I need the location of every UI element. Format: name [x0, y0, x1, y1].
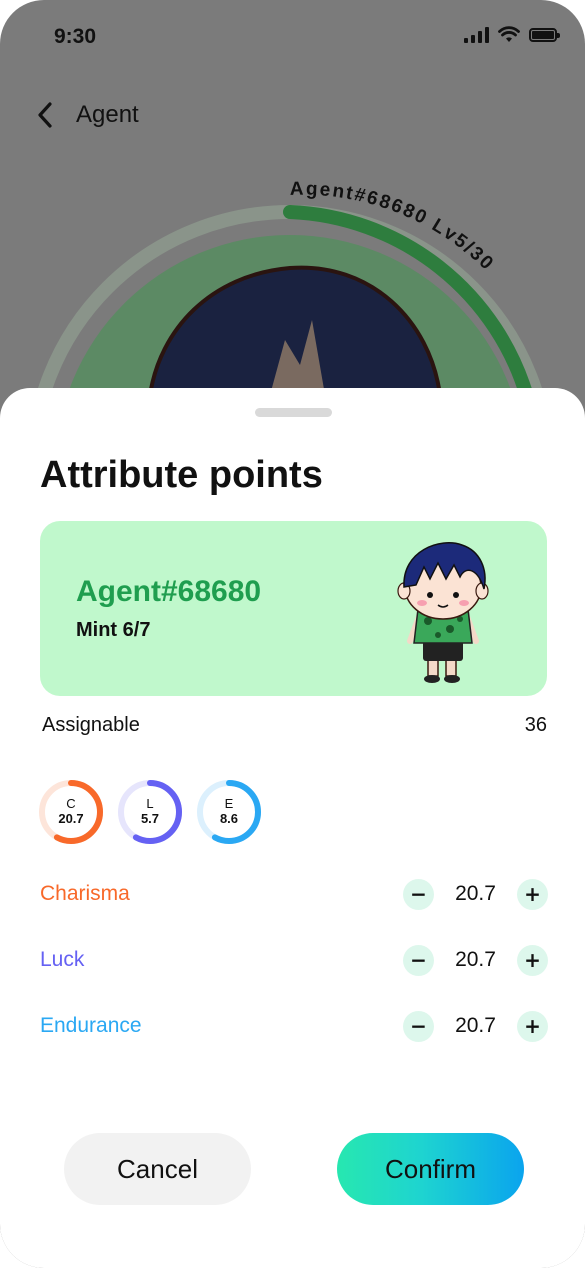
cancel-button[interactable]: Cancel	[64, 1133, 251, 1205]
ring-value: 5.7	[140, 811, 160, 826]
battery-icon	[529, 27, 560, 42]
signal-icon	[464, 26, 489, 43]
decrement-button[interactable]: −	[403, 878, 434, 910]
nav-title: Agent	[76, 101, 139, 128]
increment-button[interactable]: +	[517, 944, 548, 976]
ring-letter: E	[224, 796, 234, 812]
attribute-value: 20.7	[455, 882, 496, 905]
attribute-label: Charisma	[40, 882, 130, 905]
chevron-left-icon[interactable]	[34, 100, 58, 130]
decrement-button[interactable]: −	[403, 944, 434, 976]
attribute-value: 20.7	[455, 948, 496, 971]
ring-letter: L	[146, 796, 154, 812]
ring-letter: C	[66, 796, 76, 812]
attribute-value: 20.7	[455, 1014, 496, 1037]
attribute-row-luck: Luck − 20.7 +	[40, 943, 548, 977]
status-time: 9:30	[54, 25, 97, 48]
attribute-rings: C 20.7 L 5.7 E 8.6	[38, 779, 262, 845]
agent-card: Agent#68680 Mint 6/7	[40, 521, 547, 696]
ring-value: 8.6	[219, 811, 239, 826]
wifi-icon	[498, 26, 520, 42]
confirm-button[interactable]: Confirm	[337, 1133, 524, 1205]
assignable-value: 36	[524, 714, 547, 736]
decrement-button[interactable]: −	[403, 1010, 434, 1042]
increment-button[interactable]: +	[517, 1010, 548, 1042]
agent-avatar-background: Agent#68680 Lv5/30	[29, 179, 551, 420]
ring-endurance: E 8.6	[196, 779, 262, 845]
attribute-points-sheet: Attribute points Agent#68680 Mint 6/7 As…	[0, 388, 585, 1268]
agent-name: Agent#68680	[76, 575, 262, 608]
sheet-drag-handle[interactable]	[255, 408, 332, 417]
attribute-row-charisma: Charisma − 20.7 +	[40, 877, 548, 911]
attribute-label: Luck	[40, 948, 85, 971]
ring-value: 20.7	[58, 811, 84, 826]
agent-avatar-thumbnail	[397, 542, 489, 683]
increment-button[interactable]: +	[517, 878, 548, 910]
status-icons	[464, 26, 560, 43]
ring-charisma: C 20.7	[38, 779, 104, 845]
ring-luck: L 5.7	[117, 779, 183, 845]
assignable-label: Assignable	[42, 714, 140, 736]
attribute-row-endurance: Endurance − 20.7 +	[40, 1009, 548, 1043]
phone-screen: Agent#68680 Lv5/30 9:30 Agent Attribute …	[0, 0, 585, 1268]
attribute-label: Endurance	[40, 1014, 142, 1037]
sheet-title: Attribute points	[40, 454, 323, 496]
agent-mint-count: Mint 6/7	[76, 619, 151, 641]
